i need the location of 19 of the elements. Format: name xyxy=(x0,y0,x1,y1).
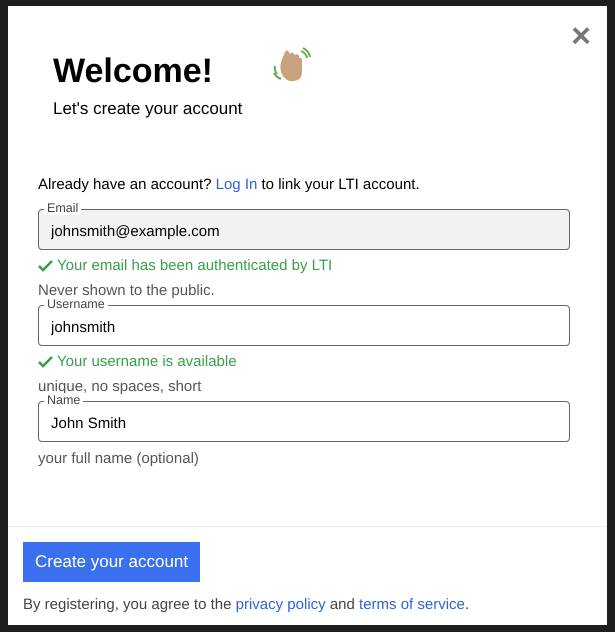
dialog-title: Welcome! xyxy=(53,51,213,91)
terms-link[interactable]: terms of service xyxy=(359,596,465,613)
check-icon xyxy=(38,356,53,368)
field-label: Email xyxy=(44,201,82,215)
check-icon xyxy=(38,260,53,272)
field-label: Username xyxy=(44,297,108,311)
field-label: Name xyxy=(44,393,84,407)
terms-notice: By registering, you agree to the privacy policy and terms of service. xyxy=(23,596,470,613)
dialog-subtitle: Let's create your account xyxy=(53,99,244,119)
field-hint: Never shown to the public. xyxy=(38,282,216,299)
privacy-policy-link[interactable]: privacy policy xyxy=(236,596,326,613)
status-message: Your username is available xyxy=(57,353,237,370)
login-link[interactable]: Log In xyxy=(216,176,258,193)
field-hint: your full name (optional) xyxy=(38,450,200,467)
field-hint: unique, no spaces, short xyxy=(38,378,202,395)
login-prompt: Already have an account? Log In to link your LTI account. xyxy=(38,176,421,193)
status-message: Your email has been authenticated by LTI xyxy=(57,257,332,274)
close-button[interactable]: × xyxy=(569,22,593,50)
create-account-button[interactable]: Create your account xyxy=(23,542,200,582)
